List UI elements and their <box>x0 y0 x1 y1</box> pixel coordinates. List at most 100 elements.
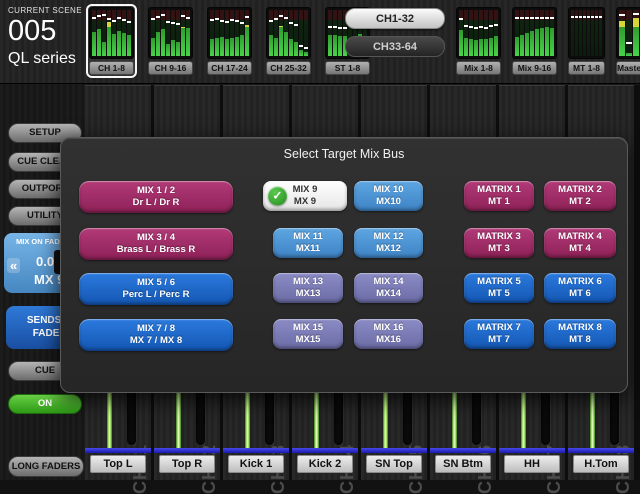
channel-name-label[interactable]: HH <box>504 455 560 473</box>
mix-bus-button-mix-1-2[interactable]: MIX 1 / 2Dr L / Dr R <box>79 181 233 213</box>
level-meters <box>512 7 557 59</box>
meter-bank-label: CH 17-24 <box>207 61 252 75</box>
mix-bus-button-mix-5-6[interactable]: MIX 5 / 6Perc L / Perc R <box>79 273 233 305</box>
meter-block-mix-1-8[interactable]: Mix 1-8 <box>453 4 504 78</box>
level-meters <box>616 7 640 59</box>
mix-bus-button-matrix-1[interactable]: MATRIX 1MT 1 <box>464 181 534 211</box>
bus-name: MIX 16 <box>354 322 423 334</box>
top-bar: CURRENT SCENE 005 QL series CH 1-8 CH 9-1… <box>0 0 640 84</box>
meter-bank-label: CH 1-8 <box>89 61 134 75</box>
bus-name: MIX 10 <box>354 184 423 196</box>
channel-name-label[interactable]: Kick 1 <box>228 455 284 473</box>
meter-block-master[interactable]: Master <box>613 4 640 78</box>
bus-custom-name: MX14 <box>354 288 423 300</box>
bus-name: MIX 11 <box>273 231 343 243</box>
meter-bank-label: CH 9-16 <box>148 61 193 75</box>
mix-bus-button-mix-10[interactable]: MIX 10MX10 <box>354 181 423 211</box>
long-faders-button[interactable]: LONG FADERS <box>8 456 84 477</box>
bus-custom-name: MX16 <box>354 334 423 346</box>
meter-block-mix-9-16[interactable]: Mix 9-16 <box>509 4 560 78</box>
mix-bus-button-mix-11[interactable]: MIX 11MX11 <box>273 228 343 258</box>
select-target-mix-bus-dialog: Select Target Mix Bus MIX 1 / 2Dr L / Dr… <box>60 137 628 393</box>
channel-name-label[interactable]: Top L <box>90 455 146 473</box>
bus-name: MATRIX 8 <box>544 322 616 334</box>
bus-name: MATRIX 1 <box>464 184 534 196</box>
bus-custom-name: MX12 <box>354 243 423 255</box>
bus-name: MIX 1 / 2 <box>79 185 233 197</box>
selected-check-icon: ✓ <box>268 187 287 206</box>
bus-name: MIX 7 / 8 <box>79 323 233 335</box>
bus-custom-name: MT 2 <box>544 196 616 208</box>
mix-bus-button-matrix-5[interactable]: MATRIX 5MT 5 <box>464 273 534 303</box>
bus-custom-name: MT 4 <box>544 243 616 255</box>
bus-name: MATRIX 2 <box>544 184 616 196</box>
meter-bank-group-left: CH 1-8CH 9-16CH 17-24CH 25-32ST 1-8 <box>86 4 373 78</box>
mix-bus-button-mix-14[interactable]: MIX 14MX14 <box>354 273 423 303</box>
channel-color-bar <box>361 448 427 453</box>
stagemix-app: CH01Top LCH02Top RCH03Kick 1CH04Kick 2CH… <box>0 0 640 480</box>
channel-color-bar <box>499 448 565 453</box>
channel-color-bar <box>154 448 220 453</box>
bus-custom-name: MT 5 <box>464 288 534 300</box>
channel-color-bar <box>223 448 289 453</box>
channel-name-label[interactable]: SN Btm <box>435 455 491 473</box>
mix-bus-button-matrix-7[interactable]: MATRIX 7MT 7 <box>464 319 534 349</box>
bank-button-ch33-64[interactable]: CH33-64 <box>345 36 445 57</box>
bus-custom-name: MT 8 <box>544 334 616 346</box>
channel-name-label[interactable]: Top R <box>159 455 215 473</box>
channel-name-label[interactable]: SN Top <box>366 455 422 473</box>
mix-bus-button-matrix-3[interactable]: MATRIX 3MT 3 <box>464 228 534 258</box>
bus-custom-name: MX 7 / MX 8 <box>79 335 233 347</box>
level-meters <box>568 7 605 59</box>
scene-display[interactable]: CURRENT SCENE 005 QL series <box>8 6 88 68</box>
mix-bus-button-matrix-2[interactable]: MATRIX 2MT 2 <box>544 181 616 211</box>
bus-custom-name: MT 1 <box>464 196 534 208</box>
meter-block-ch-1-8[interactable]: CH 1-8 <box>86 4 137 78</box>
mix-bus-button-mix-3-4[interactable]: MIX 3 / 4Brass L / Brass R <box>79 228 233 260</box>
channel-name-label[interactable]: H.Tom <box>573 455 629 473</box>
level-meters <box>89 7 134 59</box>
level-meters <box>456 7 501 59</box>
meter-block-ch-17-24[interactable]: CH 17-24 <box>204 4 255 78</box>
meter-block-ch-9-16[interactable]: CH 9-16 <box>145 4 196 78</box>
channel-color-bar <box>568 448 634 453</box>
dialog-title: Select Target Mix Bus <box>61 147 627 161</box>
meter-bank-label: MT 1-8 <box>568 61 605 75</box>
mix-bus-button-mix-7-8[interactable]: MIX 7 / 8MX 7 / MX 8 <box>79 319 233 351</box>
mix-bus-button-mix-12[interactable]: MIX 12MX12 <box>354 228 423 258</box>
meter-bank-label: Master <box>616 61 640 75</box>
mix-bus-button-matrix-4[interactable]: MATRIX 4MT 4 <box>544 228 616 258</box>
bus-name: MIX 12 <box>354 231 423 243</box>
mix-bus-button-mix-9[interactable]: ✓MIX 9MX 9 <box>263 181 347 211</box>
level-meters <box>266 7 311 59</box>
bus-name: MATRIX 7 <box>464 322 534 334</box>
mix-bus-button-matrix-6[interactable]: MATRIX 6MT 6 <box>544 273 616 303</box>
bus-name: MIX 13 <box>273 276 343 288</box>
bus-custom-name: MX11 <box>273 243 343 255</box>
channel-color-bar <box>85 448 151 453</box>
console-series-label: QL series <box>8 50 88 68</box>
channel-name-label[interactable]: Kick 2 <box>297 455 353 473</box>
current-scene-label: CURRENT SCENE <box>8 6 88 15</box>
bus-custom-name: MX15 <box>273 334 343 346</box>
bus-name: MIX 14 <box>354 276 423 288</box>
meter-block-ch-25-32[interactable]: CH 25-32 <box>263 4 314 78</box>
bus-custom-name: Brass L / Brass R <box>79 244 233 256</box>
mix-bus-button-mix-15[interactable]: MIX 15MX15 <box>273 319 343 349</box>
bus-custom-name: MX10 <box>354 196 423 208</box>
on-button[interactable]: ON <box>8 394 82 414</box>
bus-custom-name: Dr L / Dr R <box>79 197 233 209</box>
meter-bank-label: CH 25-32 <box>266 61 311 75</box>
meter-bank-label: Mix 9-16 <box>512 61 557 75</box>
collapse-chevron-icon[interactable]: « <box>7 258 20 273</box>
bus-name: MATRIX 3 <box>464 231 534 243</box>
mix-bus-button-matrix-8[interactable]: MATRIX 8MT 8 <box>544 319 616 349</box>
channel-color-bar <box>430 448 496 453</box>
bus-name: MIX 5 / 6 <box>79 277 233 289</box>
meter-block-mt-1-8[interactable]: MT 1-8 <box>565 4 608 78</box>
bus-custom-name: MT 3 <box>464 243 534 255</box>
mix-bus-button-mix-16[interactable]: MIX 16MX16 <box>354 319 423 349</box>
bus-name: MATRIX 5 <box>464 276 534 288</box>
mix-bus-button-mix-13[interactable]: MIX 13MX13 <box>273 273 343 303</box>
bank-button-ch1-32[interactable]: CH1-32 <box>345 8 445 29</box>
